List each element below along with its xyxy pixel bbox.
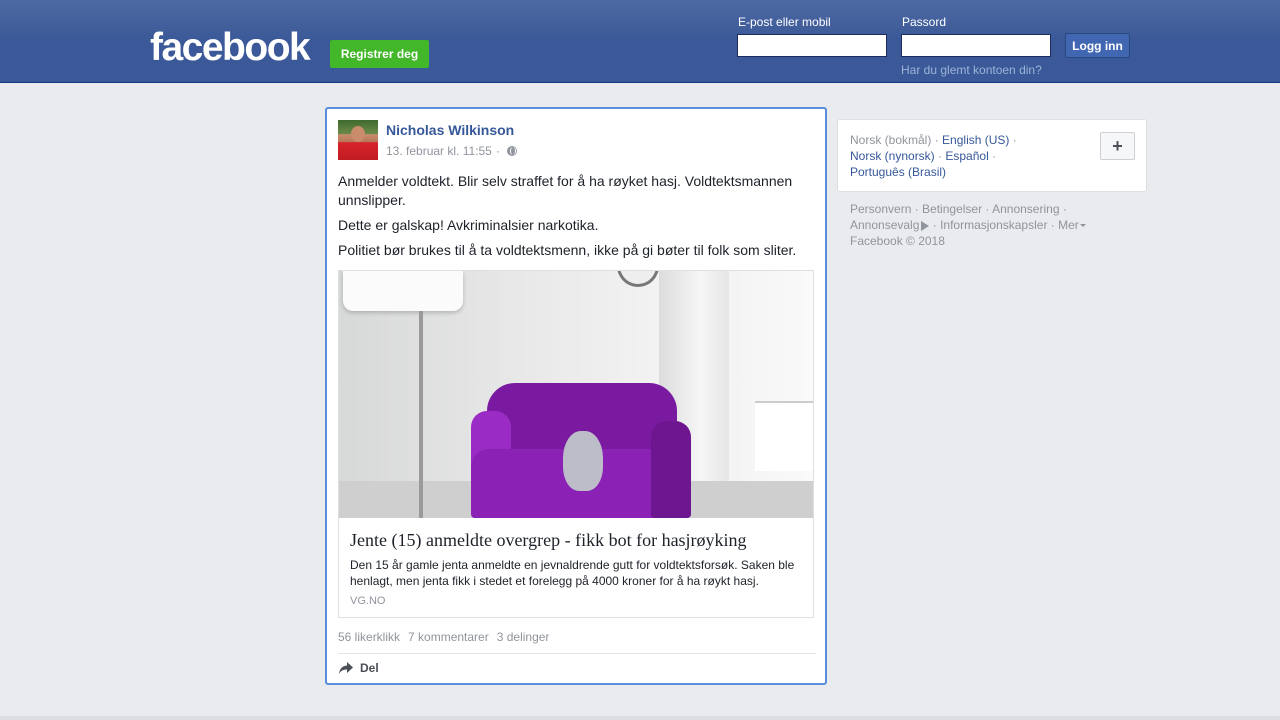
meta-separator: ·	[495, 144, 500, 158]
post-text: Anmelder voldtekt. Blir selv straffet fo…	[338, 172, 808, 266]
footer-link-privacy[interactable]: Personvern	[850, 202, 911, 216]
language-selector: Norsk (bokmål) · English (US) · Norsk (n…	[837, 119, 1147, 192]
plus-icon: +	[1112, 135, 1123, 156]
post-paragraph: Dette er galskap! Avkriminalsier narkoti…	[338, 217, 599, 233]
language-link[interactable]: Español	[945, 149, 988, 163]
image-lamp-pole	[419, 311, 423, 518]
register-button[interactable]: Registrer deg	[330, 40, 429, 68]
footer-link-adchoices[interactable]: Annonsevalg	[850, 218, 930, 232]
separator: ·	[1012, 133, 1017, 147]
caret-down-icon	[1079, 224, 1086, 228]
language-list: Norsk (bokmål) · English (US) · Norsk (n…	[850, 132, 1050, 180]
link-preview-body: Jente (15) anmeldte overgrep - fikk bot …	[350, 528, 806, 607]
post-paragraph: Politiet bør brukes til å ta voldtektsme…	[338, 242, 797, 258]
image-window	[755, 401, 813, 471]
language-link[interactable]: English (US)	[942, 133, 1009, 147]
footer-link-cookies[interactable]: Informasjonskapsler	[940, 218, 1047, 232]
email-field[interactable]	[737, 34, 887, 57]
post-stats: 56 likerklikk 7 kommentarer 3 delinger	[338, 630, 549, 644]
footer-link-more[interactable]: Mer	[1058, 218, 1086, 232]
adchoices-icon	[921, 220, 930, 231]
image-lamp-shade	[343, 271, 463, 311]
facebook-logo[interactable]: facebook	[150, 26, 311, 70]
image-clock	[617, 271, 659, 287]
avatar[interactable]	[338, 120, 378, 160]
post-card: Nicholas Wilkinson 13. februar kl. 11:55…	[325, 107, 827, 685]
avatar-head	[351, 126, 365, 142]
bottom-strip	[0, 716, 1280, 720]
forgot-account-link[interactable]: Har du glemt kontoen din?	[901, 63, 1042, 77]
language-link[interactable]: Português (Brasil)	[850, 165, 946, 179]
more-languages-button[interactable]: +	[1100, 132, 1135, 160]
divider	[338, 653, 816, 654]
image-chair-arm	[651, 421, 691, 518]
email-label: E-post eller mobil	[738, 15, 831, 29]
copyright: Facebook © 2018	[850, 234, 945, 248]
image-toy	[563, 431, 603, 491]
current-language: Norsk (bokmål)	[850, 133, 932, 147]
footer-links: Personvern · Betingelser · Annonsering ·…	[850, 201, 1110, 249]
post-paragraph: Anmelder voldtekt. Blir selv straffet fo…	[338, 173, 793, 208]
separator: ·	[938, 149, 943, 163]
post-author[interactable]: Nicholas Wilkinson	[386, 122, 514, 138]
post-meta: 13. februar kl. 11:55 ·	[386, 144, 517, 158]
link-description: Den 15 år gamle jenta anmeldte en jevnal…	[350, 558, 795, 588]
link-title[interactable]: Jente (15) anmeldte overgrep - fikk bot …	[350, 528, 806, 552]
adchoices-label: Annonsevalg	[850, 218, 920, 232]
more-label: Mer	[1058, 218, 1079, 232]
comments-count[interactable]: 7 kommentarer	[408, 630, 489, 644]
top-bar: facebook Registrer deg E-post eller mobi…	[0, 0, 1280, 83]
footer-link-advertising[interactable]: Annonsering	[992, 202, 1059, 216]
share-icon	[339, 662, 353, 674]
login-button[interactable]: Logg inn	[1065, 33, 1130, 58]
globe-icon[interactable]	[506, 146, 517, 156]
shares-count[interactable]: 3 delinger	[497, 630, 550, 644]
password-field[interactable]	[901, 34, 1051, 57]
language-link[interactable]: Norsk (nynorsk)	[850, 149, 935, 163]
separator: ·	[992, 149, 997, 163]
password-label: Passord	[902, 15, 947, 29]
link-preview[interactable]: Jente (15) anmeldte overgrep - fikk bot …	[338, 270, 814, 618]
likes-count[interactable]: 56 likerklikk	[338, 630, 400, 644]
separator: ·	[934, 133, 939, 147]
link-domain: VG.NO	[350, 595, 386, 607]
share-button[interactable]: Del	[338, 661, 379, 675]
link-preview-image[interactable]	[339, 271, 813, 518]
post-timestamp[interactable]: 13. februar kl. 11:55	[386, 144, 492, 158]
share-label: Del	[360, 661, 379, 675]
footer-link-terms[interactable]: Betingelser	[922, 202, 982, 216]
